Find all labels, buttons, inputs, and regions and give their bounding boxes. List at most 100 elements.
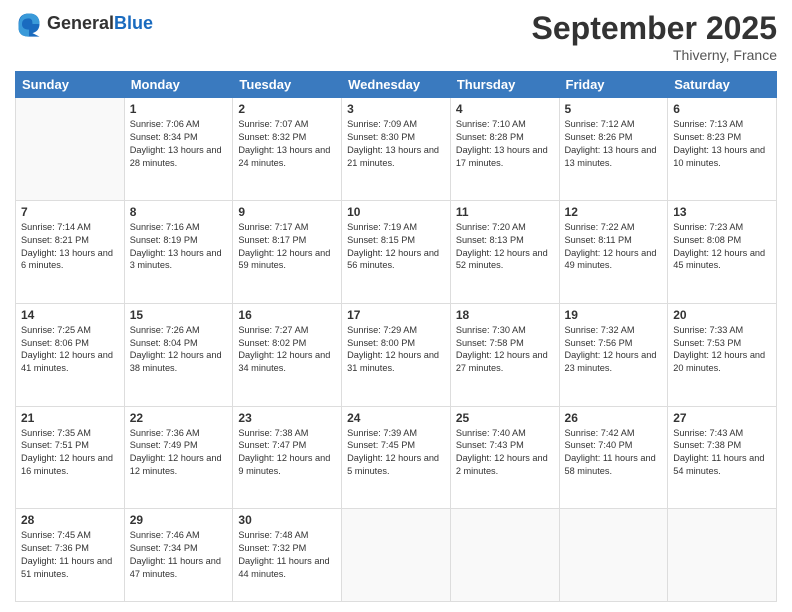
day-info: Sunrise: 7:32 AM Sunset: 7:56 PM Dayligh… [565, 324, 663, 376]
table-row [559, 509, 668, 602]
table-row: 24 Sunrise: 7:39 AM Sunset: 7:45 PM Dayl… [342, 406, 451, 509]
day-number: 6 [673, 102, 771, 116]
day-info: Sunrise: 7:30 AM Sunset: 7:58 PM Dayligh… [456, 324, 554, 376]
day-number: 22 [130, 411, 228, 425]
sunset-label: Sunset: 7:36 PM [21, 543, 89, 553]
day-number: 11 [456, 205, 554, 219]
table-row: 29 Sunrise: 7:46 AM Sunset: 7:34 PM Dayl… [124, 509, 233, 602]
sunset-label: Sunset: 8:08 PM [673, 235, 741, 245]
day-info: Sunrise: 7:13 AM Sunset: 8:23 PM Dayligh… [673, 118, 771, 170]
daylight-label: Daylight: 12 hours and 59 minutes. [238, 248, 330, 271]
daylight-label: Daylight: 12 hours and 9 minutes. [238, 453, 330, 476]
day-number: 18 [456, 308, 554, 322]
daylight-label: Daylight: 12 hours and 31 minutes. [347, 350, 439, 373]
day-number: 29 [130, 513, 228, 527]
sunrise-label: Sunrise: 7:22 AM [565, 222, 635, 232]
col-wednesday: Wednesday [342, 72, 451, 98]
table-row: 13 Sunrise: 7:23 AM Sunset: 8:08 PM Dayl… [668, 200, 777, 303]
table-row: 20 Sunrise: 7:33 AM Sunset: 7:53 PM Dayl… [668, 303, 777, 406]
sunrise-label: Sunrise: 7:14 AM [21, 222, 91, 232]
subtitle: Thiverny, France [532, 47, 777, 63]
day-number: 1 [130, 102, 228, 116]
daylight-label: Daylight: 11 hours and 44 minutes. [238, 556, 329, 579]
daylight-label: Daylight: 12 hours and 52 minutes. [456, 248, 548, 271]
table-row: 23 Sunrise: 7:38 AM Sunset: 7:47 PM Dayl… [233, 406, 342, 509]
day-info: Sunrise: 7:33 AM Sunset: 7:53 PM Dayligh… [673, 324, 771, 376]
table-row: 21 Sunrise: 7:35 AM Sunset: 7:51 PM Dayl… [16, 406, 125, 509]
table-row: 4 Sunrise: 7:10 AM Sunset: 8:28 PM Dayli… [450, 98, 559, 201]
table-row [668, 509, 777, 602]
daylight-label: Daylight: 13 hours and 3 minutes. [130, 248, 222, 271]
day-number: 26 [565, 411, 663, 425]
logo-text-block: GeneralBlue [47, 14, 153, 34]
sunrise-label: Sunrise: 7:23 AM [673, 222, 743, 232]
sunrise-label: Sunrise: 7:32 AM [565, 325, 635, 335]
sunrise-label: Sunrise: 7:10 AM [456, 119, 526, 129]
sunrise-label: Sunrise: 7:46 AM [130, 530, 200, 540]
daylight-label: Daylight: 12 hours and 49 minutes. [565, 248, 657, 271]
daylight-label: Daylight: 12 hours and 12 minutes. [130, 453, 222, 476]
calendar-week-row: 21 Sunrise: 7:35 AM Sunset: 7:51 PM Dayl… [16, 406, 777, 509]
day-number: 4 [456, 102, 554, 116]
day-number: 12 [565, 205, 663, 219]
sunrise-label: Sunrise: 7:25 AM [21, 325, 91, 335]
day-number: 28 [21, 513, 119, 527]
daylight-label: Daylight: 11 hours and 54 minutes. [673, 453, 764, 476]
day-number: 13 [673, 205, 771, 219]
sunset-label: Sunset: 8:11 PM [565, 235, 632, 245]
table-row: 25 Sunrise: 7:40 AM Sunset: 7:43 PM Dayl… [450, 406, 559, 509]
day-info: Sunrise: 7:48 AM Sunset: 7:32 PM Dayligh… [238, 529, 336, 581]
main-title: September 2025 [532, 10, 777, 47]
day-number: 2 [238, 102, 336, 116]
sunset-label: Sunset: 7:40 PM [565, 440, 633, 450]
sunset-label: Sunset: 8:04 PM [130, 338, 198, 348]
table-row: 19 Sunrise: 7:32 AM Sunset: 7:56 PM Dayl… [559, 303, 668, 406]
col-monday: Monday [124, 72, 233, 98]
sunset-label: Sunset: 8:28 PM [456, 132, 524, 142]
table-row: 9 Sunrise: 7:17 AM Sunset: 8:17 PM Dayli… [233, 200, 342, 303]
daylight-label: Daylight: 13 hours and 21 minutes. [347, 145, 439, 168]
daylight-label: Daylight: 13 hours and 24 minutes. [238, 145, 330, 168]
sunrise-label: Sunrise: 7:09 AM [347, 119, 417, 129]
sunset-label: Sunset: 7:49 PM [130, 440, 198, 450]
sunrise-label: Sunrise: 7:45 AM [21, 530, 91, 540]
sunset-label: Sunset: 8:23 PM [673, 132, 741, 142]
sunset-label: Sunset: 8:34 PM [130, 132, 198, 142]
day-number: 27 [673, 411, 771, 425]
day-info: Sunrise: 7:07 AM Sunset: 8:32 PM Dayligh… [238, 118, 336, 170]
day-info: Sunrise: 7:43 AM Sunset: 7:38 PM Dayligh… [673, 427, 771, 479]
table-row: 3 Sunrise: 7:09 AM Sunset: 8:30 PM Dayli… [342, 98, 451, 201]
sunset-label: Sunset: 7:34 PM [130, 543, 198, 553]
daylight-label: Daylight: 12 hours and 20 minutes. [673, 350, 765, 373]
sunset-label: Sunset: 7:45 PM [347, 440, 415, 450]
day-info: Sunrise: 7:40 AM Sunset: 7:43 PM Dayligh… [456, 427, 554, 479]
calendar-week-row: 7 Sunrise: 7:14 AM Sunset: 8:21 PM Dayli… [16, 200, 777, 303]
table-row: 28 Sunrise: 7:45 AM Sunset: 7:36 PM Dayl… [16, 509, 125, 602]
sunrise-label: Sunrise: 7:36 AM [130, 428, 200, 438]
table-row [16, 98, 125, 201]
day-info: Sunrise: 7:45 AM Sunset: 7:36 PM Dayligh… [21, 529, 119, 581]
day-info: Sunrise: 7:09 AM Sunset: 8:30 PM Dayligh… [347, 118, 445, 170]
day-info: Sunrise: 7:27 AM Sunset: 8:02 PM Dayligh… [238, 324, 336, 376]
sunrise-label: Sunrise: 7:40 AM [456, 428, 526, 438]
sunset-label: Sunset: 8:13 PM [456, 235, 524, 245]
col-friday: Friday [559, 72, 668, 98]
daylight-label: Daylight: 13 hours and 13 minutes. [565, 145, 657, 168]
day-number: 30 [238, 513, 336, 527]
table-row: 8 Sunrise: 7:16 AM Sunset: 8:19 PM Dayli… [124, 200, 233, 303]
sunset-label: Sunset: 7:43 PM [456, 440, 524, 450]
daylight-label: Daylight: 11 hours and 47 minutes. [130, 556, 221, 579]
day-info: Sunrise: 7:39 AM Sunset: 7:45 PM Dayligh… [347, 427, 445, 479]
table-row: 2 Sunrise: 7:07 AM Sunset: 8:32 PM Dayli… [233, 98, 342, 201]
calendar-header-row: Sunday Monday Tuesday Wednesday Thursday… [16, 72, 777, 98]
table-row: 10 Sunrise: 7:19 AM Sunset: 8:15 PM Dayl… [342, 200, 451, 303]
daylight-label: Daylight: 12 hours and 38 minutes. [130, 350, 222, 373]
sunset-label: Sunset: 8:02 PM [238, 338, 306, 348]
logo: GeneralBlue [15, 10, 153, 38]
table-row: 22 Sunrise: 7:36 AM Sunset: 7:49 PM Dayl… [124, 406, 233, 509]
sunrise-label: Sunrise: 7:35 AM [21, 428, 91, 438]
day-info: Sunrise: 7:16 AM Sunset: 8:19 PM Dayligh… [130, 221, 228, 273]
day-number: 5 [565, 102, 663, 116]
logo-icon [15, 10, 43, 38]
sunrise-label: Sunrise: 7:38 AM [238, 428, 308, 438]
